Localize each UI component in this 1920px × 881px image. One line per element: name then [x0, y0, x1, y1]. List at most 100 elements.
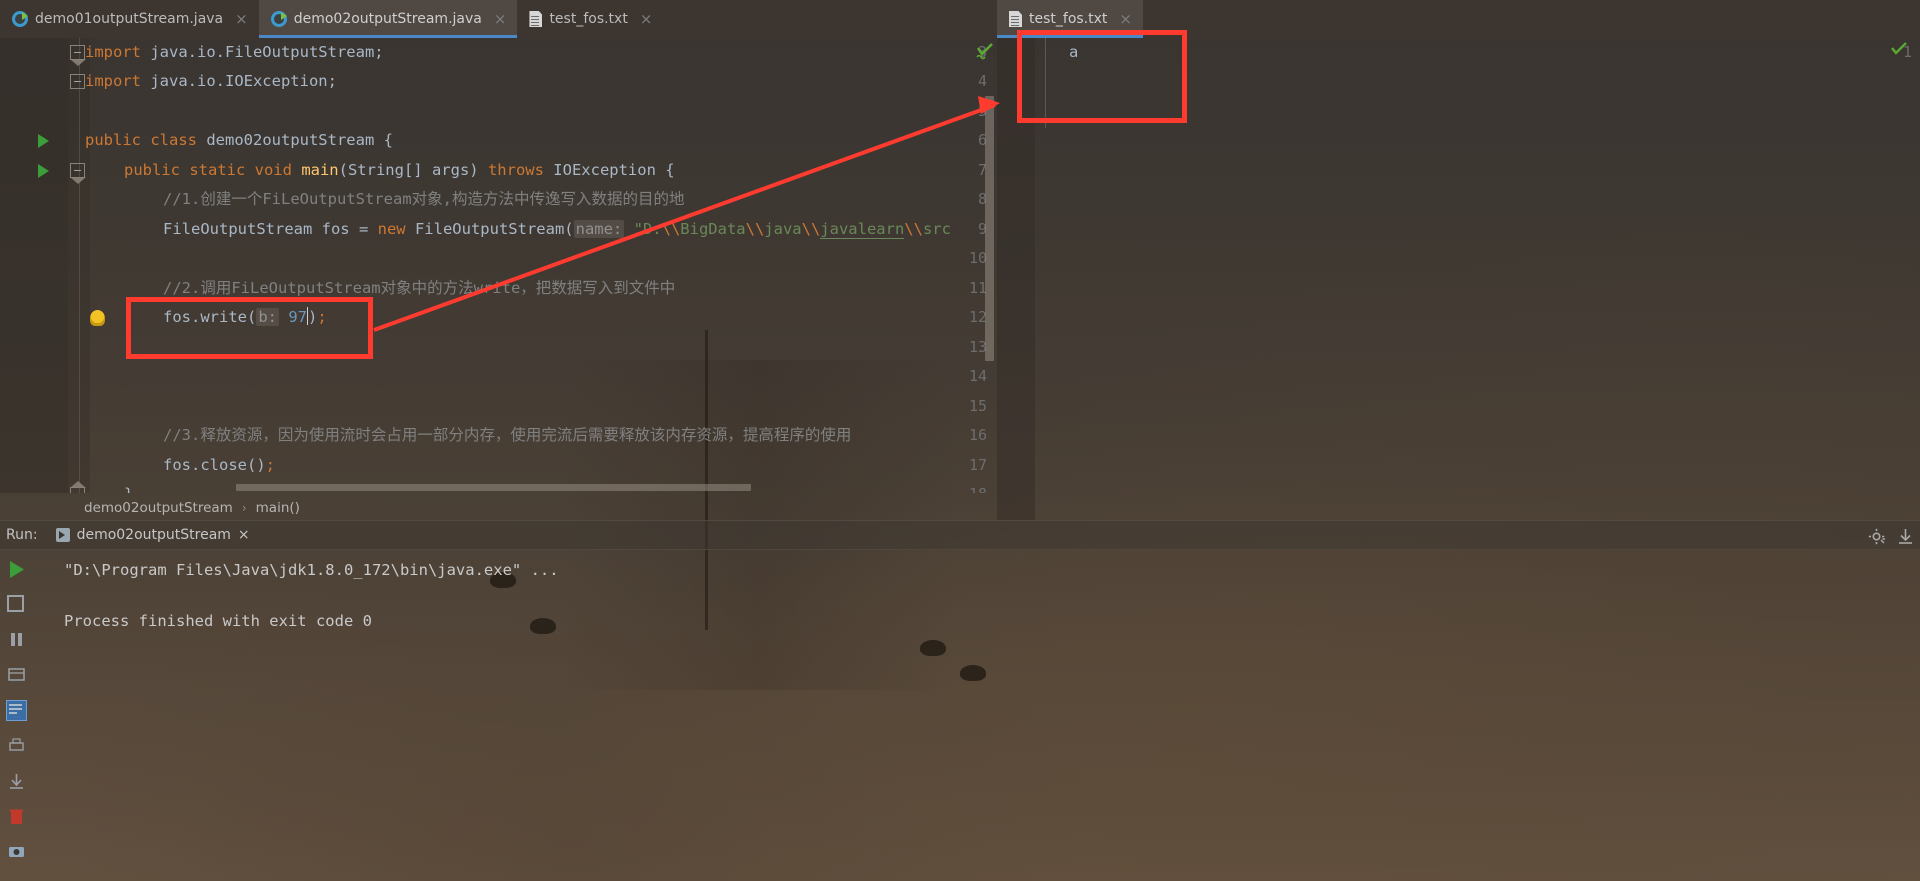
- camera-icon[interactable]: [7, 842, 26, 861]
- code-token: FileOutputStream fos =: [163, 219, 378, 238]
- code-token: import: [85, 42, 151, 61]
- code-token: //2.调用FiLeOutputStream对象中的方法write，把数据写入到…: [163, 278, 676, 297]
- code-fold-icon[interactable]: [70, 74, 85, 89]
- tab-test-fos-txt[interactable]: test_fos.txt ×: [517, 0, 663, 38]
- line-number: 8: [977, 190, 987, 208]
- intention-bulb-icon[interactable]: [90, 310, 105, 326]
- line-number: 12: [968, 308, 987, 326]
- code-token: main: [301, 160, 339, 179]
- pause-icon[interactable]: [7, 630, 26, 649]
- line-number: 14: [968, 367, 987, 385]
- code-token: throws: [487, 160, 554, 179]
- right-editor-pane: test_fos.txt × 1 a: [997, 0, 1920, 520]
- code-line[interactable]: //1.创建一个FiLeOutputStream对象,构造方法中传逸写入数据的目…: [163, 185, 684, 215]
- code-token: public static void: [124, 160, 302, 179]
- close-icon[interactable]: ×: [640, 11, 653, 27]
- close-icon[interactable]: ×: [1119, 11, 1132, 27]
- text-file-icon: [529, 11, 543, 27]
- tab-demo02outputStream[interactable]: demo02outputStream.java ×: [258, 0, 518, 38]
- code-line[interactable]: //3.释放资源，因为使用流时会占用一部分内存，使用完流后需要释放该内存资源，提…: [163, 421, 851, 451]
- soft-wrap-icon[interactable]: [5, 700, 27, 721]
- run-config-icon: [55, 528, 70, 542]
- hide-panel-icon[interactable]: [1897, 528, 1912, 544]
- code-token: //1.创建一个FiLeOutputStream对象,构造方法中传逸写入数据的目…: [163, 190, 685, 208]
- code-token: fos.write(: [163, 308, 257, 326]
- run-tool-window: Run: demo02outputStream × "D:\Program Fi…: [0, 520, 1920, 881]
- inspection-ok-icon[interactable]: [975, 42, 995, 62]
- code-token: \\: [801, 219, 821, 238]
- code-token: \\: [661, 219, 681, 238]
- editor-horizontal-scrollbar[interactable]: [236, 484, 751, 491]
- run-gutter-icon[interactable]: [38, 163, 49, 178]
- run-panel-toolbar: [0, 548, 32, 881]
- code-token: BigData: [680, 219, 746, 238]
- close-icon[interactable]: ×: [494, 11, 507, 27]
- run-config-name: demo02outputStream: [76, 527, 231, 543]
- code-token: }: [124, 485, 133, 493]
- code-line[interactable]: fos.close();: [163, 451, 275, 481]
- tab-test-fos-txt-right[interactable]: test_fos.txt ×: [997, 0, 1143, 38]
- code-token: import: [85, 72, 151, 90]
- code-token: ;: [317, 308, 327, 326]
- tab-label: demo01outputStream.java: [35, 11, 224, 27]
- restore-layout-icon[interactable]: [7, 665, 26, 684]
- code-line[interactable]: //2.调用FiLeOutputStream对象中的方法write，把数据写入到…: [163, 274, 675, 304]
- print-icon[interactable]: [7, 737, 26, 756]
- code-token: demo02outputStream: [206, 131, 375, 149]
- code-token: ;: [265, 455, 275, 474]
- code-line[interactable]: }: [124, 480, 133, 493]
- right-editor-gutter: [997, 38, 1035, 520]
- line-number: 4: [977, 72, 987, 90]
- right-editor-tab-bar: test_fos.txt ×: [997, 0, 1920, 38]
- code-token: \\: [745, 219, 765, 238]
- code-token: b:: [256, 308, 279, 326]
- right-inspection-ok-icon[interactable]: [1890, 42, 1908, 58]
- clear-all-icon[interactable]: [7, 807, 26, 826]
- settings-gear-icon[interactable]: [1868, 528, 1886, 544]
- code-fold-icon[interactable]: [70, 44, 86, 66]
- stop-icon[interactable]: [6, 595, 26, 614]
- line-number: 18: [939, 480, 987, 493]
- code-line[interactable]: public class demo02outputStream {: [85, 126, 393, 156]
- scroll-to-end-icon[interactable]: [7, 772, 26, 791]
- code-line[interactable]: fos.write(b: 97);: [163, 303, 327, 333]
- code-line[interactable]: import java.io.IOException;: [85, 67, 337, 97]
- right-code-editor[interactable]: 1 a: [997, 38, 1920, 520]
- run-gutter-icon[interactable]: [38, 134, 49, 148]
- line-number: 13: [968, 337, 987, 356]
- line-number: 15: [968, 396, 987, 415]
- editor-vertical-scrollbar[interactable]: [985, 96, 994, 361]
- code-line[interactable]: public static void main(String[] args) t…: [124, 156, 675, 186]
- run-panel-header-actions: [1868, 521, 1912, 549]
- console-output-line-2: Process finished with exit code 0: [64, 612, 372, 630]
- code-token: javalearn: [820, 219, 905, 239]
- right-file-content[interactable]: a: [1069, 43, 1078, 61]
- code-token: java.io.IOException;: [150, 72, 337, 90]
- close-icon[interactable]: ×: [238, 527, 250, 543]
- code-token: "D:: [633, 219, 662, 238]
- breadcrumb-class[interactable]: demo02outputStream: [84, 500, 233, 516]
- tab-demo01outputStream[interactable]: demo01outputStream.java ×: [0, 0, 259, 38]
- text-file-icon: [1009, 11, 1022, 27]
- code-fold-icon[interactable]: [70, 162, 86, 184]
- code-fold-icon[interactable]: [70, 481, 86, 493]
- tab-label: test_fos.txt: [549, 11, 628, 27]
- code-line[interactable]: FileOutputStream fos = new FileOutputStr…: [163, 215, 951, 245]
- line-number: 17: [968, 455, 987, 474]
- line-number: 7: [977, 160, 987, 179]
- ide-window: demo01outputStream.java × demo02outputSt…: [0, 0, 1920, 881]
- rerun-icon[interactable]: [7, 560, 26, 579]
- code-line[interactable]: import java.io.FileOutputStream;: [85, 38, 384, 67]
- code-text-area[interactable]: import java.io.FileOutputStream; import j…: [0, 38, 997, 494]
- code-token: public class: [85, 131, 207, 149]
- close-icon[interactable]: ×: [235, 11, 248, 27]
- run-config-tab[interactable]: demo02outputStream ×: [48, 527, 258, 543]
- run-label: Run:: [6, 527, 38, 543]
- code-token: IOException {: [553, 160, 675, 179]
- line-number: 5: [977, 101, 987, 120]
- code-token: ): [308, 308, 318, 326]
- breadcrumb-method[interactable]: main(): [256, 500, 300, 516]
- code-editor[interactable]: import java.io.FileOutputStream; import j…: [0, 38, 997, 493]
- java-class-icon: [270, 11, 287, 27]
